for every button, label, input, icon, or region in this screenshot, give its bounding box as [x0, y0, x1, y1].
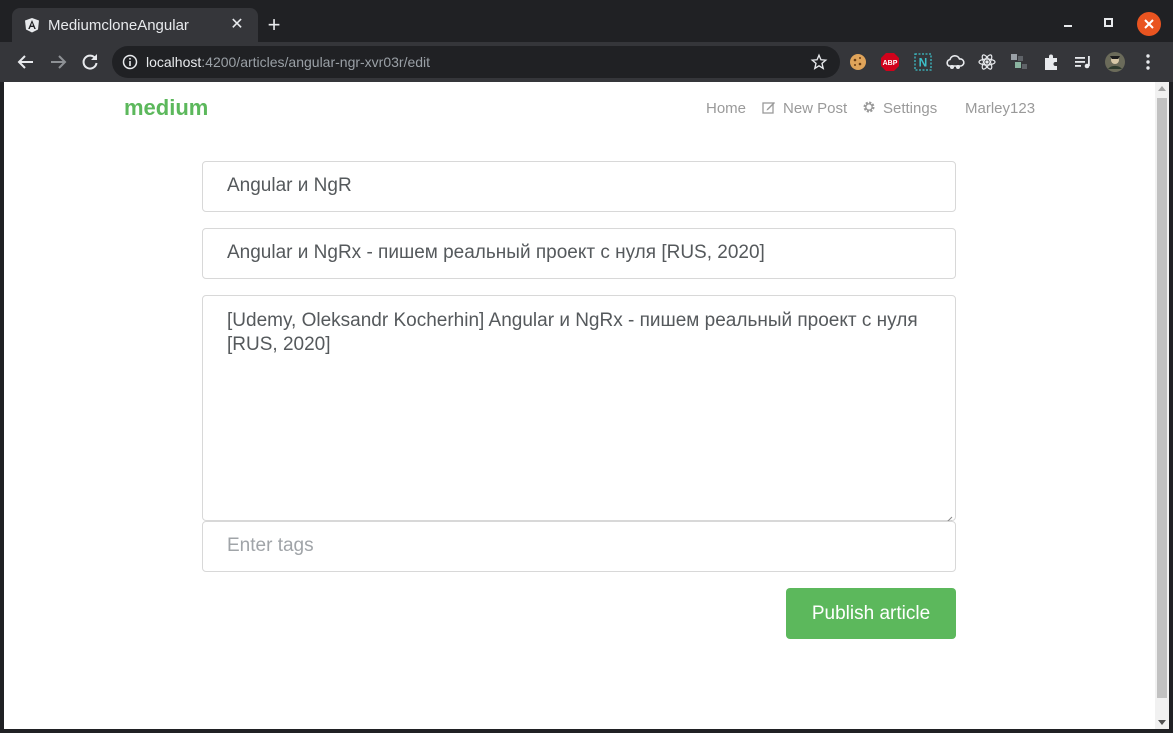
puzzle-extensions-icon[interactable]: [1041, 52, 1061, 72]
info-icon[interactable]: [122, 54, 138, 70]
cloud-extension-icon[interactable]: [945, 52, 965, 72]
forward-arrow-icon[interactable]: [46, 50, 70, 74]
react-extension-icon[interactable]: [977, 52, 997, 72]
resize-handle-icon[interactable]: [943, 508, 953, 525]
angular-favicon-icon: [24, 17, 40, 33]
close-icon[interactable]: ✕: [228, 16, 246, 34]
tab-title: MediumcloneAngular: [48, 17, 189, 34]
star-icon[interactable]: [810, 53, 828, 71]
article-body-textarea[interactable]: [Udemy, Oleksandr Kocherhin] Angular и N…: [202, 295, 956, 525]
nav-settings[interactable]: Settings: [862, 100, 937, 117]
page-scrollbar[interactable]: [1155, 82, 1169, 729]
browser-window: MediumcloneAngular ✕ + localhost:4200/ar…: [0, 0, 1173, 733]
media-control-icon[interactable]: [1073, 52, 1093, 72]
profile-avatar-icon[interactable]: [1104, 51, 1126, 73]
ngrx-extension-icon[interactable]: N: [913, 52, 933, 72]
minimize-icon[interactable]: [1056, 12, 1080, 36]
article-title-input[interactable]: Angular и NgR: [202, 161, 956, 212]
article-description-input[interactable]: Angular и NgRx - пишем реальный проект с…: [202, 228, 956, 279]
nav-new-post-label: New Post: [783, 100, 848, 117]
scroll-up-icon[interactable]: [1158, 86, 1166, 91]
svg-text:ABP: ABP: [883, 60, 898, 67]
edit-icon: [762, 100, 776, 114]
nav-user-profile[interactable]: Marley123: [965, 100, 1035, 117]
article-body-text: [Udemy, Oleksandr Kocherhin] Angular и N…: [227, 310, 918, 355]
back-arrow-icon[interactable]: [14, 50, 38, 74]
nav-settings-label: Settings: [883, 100, 938, 117]
gear-icon: [862, 100, 876, 114]
window-close-icon[interactable]: [1137, 12, 1161, 36]
scroll-down-icon[interactable]: [1158, 720, 1166, 725]
url-text: localhost:4200/articles/angular-ngr-xvr0…: [146, 54, 431, 70]
browser-tab[interactable]: MediumcloneAngular ✕: [12, 8, 258, 42]
maximize-icon[interactable]: [1096, 12, 1120, 36]
page-viewport: medium Home New Post Settings Marley123 …: [4, 82, 1155, 729]
brand-logo[interactable]: medium: [124, 95, 208, 121]
plus-icon[interactable]: +: [262, 14, 286, 38]
publish-article-button[interactable]: Publish article: [786, 588, 956, 639]
address-bar[interactable]: localhost:4200/articles/angular-ngr-xvr0…: [112, 46, 840, 78]
nav-new-post[interactable]: New Post: [762, 100, 847, 117]
redux-extension-icon[interactable]: [1009, 52, 1029, 72]
cookie-extension-icon[interactable]: [848, 52, 868, 72]
tags-input[interactable]: Enter tags: [202, 521, 956, 572]
adblock-extension-icon[interactable]: ABP: [880, 52, 900, 72]
nav-home[interactable]: Home: [706, 100, 746, 117]
svg-text:N: N: [919, 56, 928, 70]
scrollbar-thumb[interactable]: [1157, 98, 1167, 698]
reload-icon[interactable]: [78, 50, 102, 74]
kebab-menu-icon[interactable]: [1138, 52, 1158, 72]
browser-toolbar: localhost:4200/articles/angular-ngr-xvr0…: [0, 42, 1173, 82]
tab-strip: MediumcloneAngular ✕ +: [0, 0, 1173, 42]
